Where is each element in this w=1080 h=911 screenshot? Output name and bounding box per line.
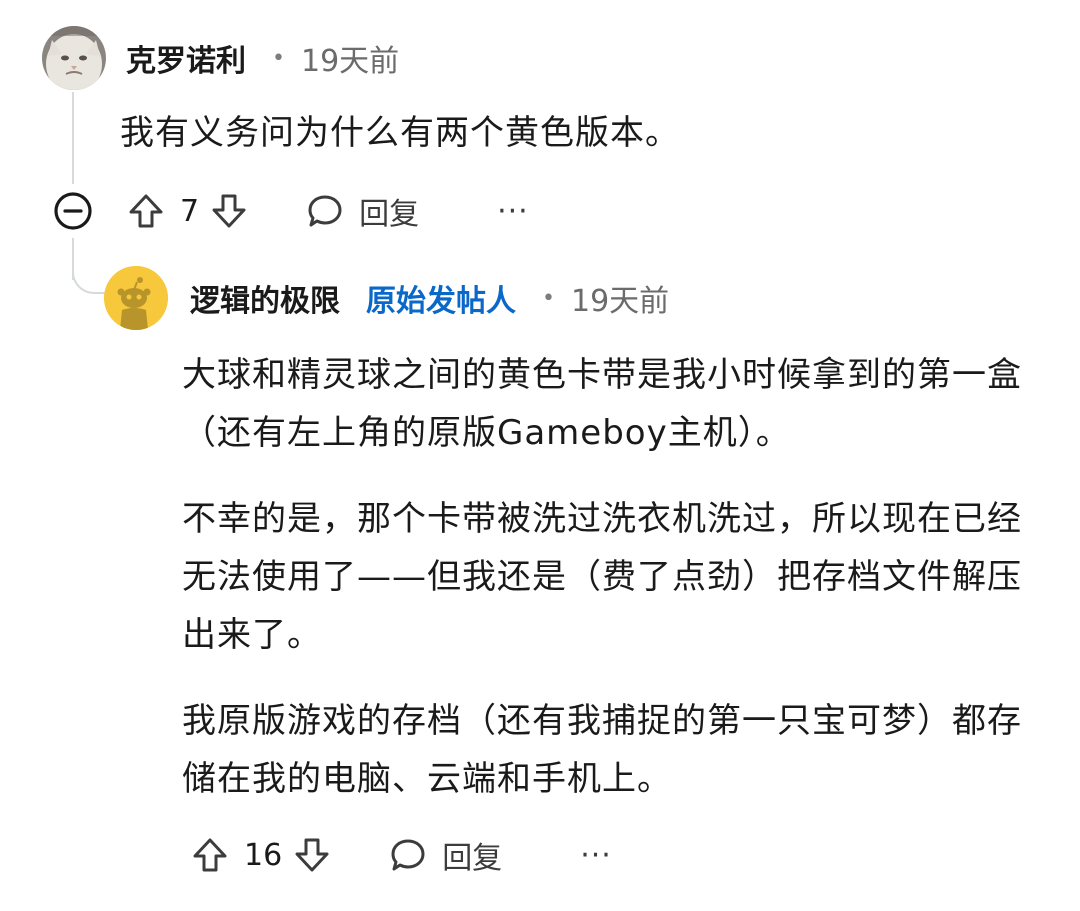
reply-label: 回复 — [359, 197, 420, 232]
more-options-button[interactable]: ··· — [497, 194, 529, 229]
arrow-down-outline-icon — [295, 838, 329, 872]
reply-label: 回复 — [442, 841, 503, 876]
arrow-up-outline-icon — [193, 838, 227, 872]
vote-count: 16 — [244, 837, 283, 873]
downvote-button[interactable] — [292, 835, 332, 875]
downvote-button[interactable] — [209, 191, 249, 231]
comment-header: 克罗诺利 • 19天前 — [126, 36, 399, 80]
speech-bubble-icon — [391, 839, 425, 871]
op-badge: 原始发帖人 — [366, 284, 516, 319]
comment-body: 大球和精灵球之间的黄色卡带是我小时候拿到的第一盒（还有左上角的原版Gameboy… — [182, 346, 1042, 836]
speech-bubble-icon — [308, 195, 342, 227]
comment-body: 我有义务问为什么有两个黄色版本。 — [120, 113, 680, 153]
snoo-avatar-icon — [104, 266, 168, 330]
arrow-up-outline-icon — [129, 194, 163, 228]
reply-button[interactable]: 回复 — [388, 833, 502, 877]
comment-actions: 7 回复 ··· — [126, 186, 529, 236]
comment-actions: 16 回复 ··· — [190, 830, 612, 880]
timestamp: 19天前 — [570, 284, 670, 319]
separator-dot: • — [272, 45, 285, 71]
arrow-down-outline-icon — [212, 194, 246, 228]
upvote-button[interactable] — [190, 835, 230, 875]
reply-button[interactable]: 回复 — [305, 189, 419, 233]
vote-count: 7 — [180, 193, 200, 229]
comment-paragraph: 大球和精灵球之间的黄色卡带是我小时候拿到的第一盒（还有左上角的原版Gameboy… — [182, 355, 1022, 453]
collapse-thread-button[interactable] — [52, 190, 94, 232]
user-avatar[interactable] — [42, 26, 106, 90]
more-options-button[interactable]: ··· — [580, 838, 612, 873]
comment-paragraph: 我原版游戏的存档（还有我捕捉的第一只宝可梦）都存储在我的电脑、云端和手机上。 — [182, 701, 1022, 799]
comment-paragraph: 不幸的是，那个卡带被洗过洗衣机洗过，所以现在已经无法使用了——但我还是（费了点劲… — [182, 499, 1022, 655]
user-avatar[interactable] — [104, 266, 168, 330]
upvote-button[interactable] — [126, 191, 166, 231]
thread-elbow-connector — [72, 250, 108, 294]
username[interactable]: 克罗诺利 — [126, 36, 246, 80]
username[interactable]: 逻辑的极限 — [190, 276, 340, 320]
comment-header: 逻辑的极限 原始发帖人 • 19天前 — [190, 276, 669, 320]
thread-line — [72, 92, 74, 184]
separator-dot: • — [542, 285, 555, 311]
timestamp: 19天前 — [300, 44, 400, 79]
minus-circle-icon — [54, 192, 92, 230]
